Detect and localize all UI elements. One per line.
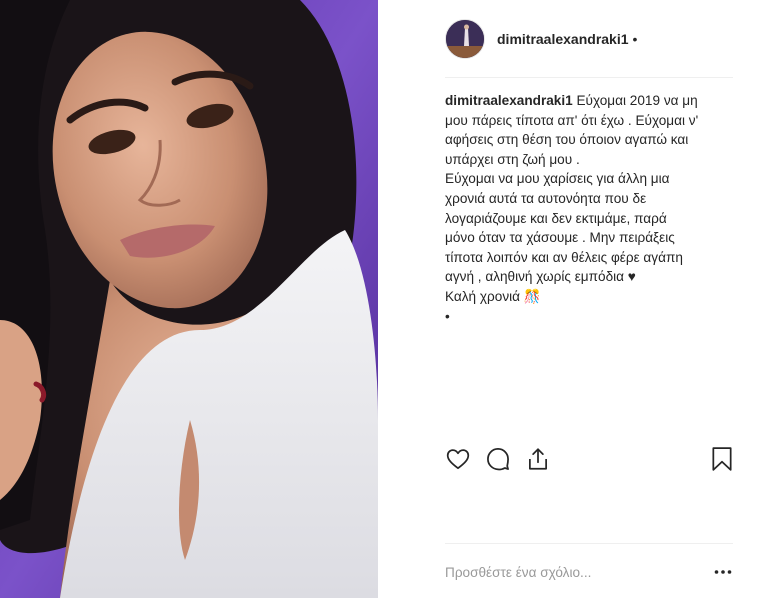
username-link[interactable]: dimitraalexandraki1	[497, 31, 629, 47]
action-bar	[445, 446, 735, 474]
comment-input[interactable]	[445, 564, 695, 580]
heart-icon	[446, 449, 470, 470]
more-options-icon	[714, 570, 732, 574]
post-header: dimitraalexandraki1 •	[445, 18, 637, 60]
share-icon	[529, 448, 547, 470]
share-button[interactable]	[525, 446, 553, 474]
post-caption: dimitraalexandraki1 Εύχομαι 2019 να μη μ…	[445, 91, 733, 326]
post-details-panel: dimitraalexandraki1 • dimitraalexandraki…	[430, 0, 733, 598]
post-photo[interactable]	[0, 0, 378, 598]
header-separator: •	[632, 31, 638, 47]
comment-divider	[445, 543, 733, 544]
comment-icon	[487, 448, 509, 471]
bookmark-icon	[712, 447, 732, 471]
save-button[interactable]	[709, 446, 737, 474]
add-comment-row	[445, 558, 735, 586]
comment-button[interactable]	[485, 446, 513, 474]
post-image	[0, 0, 378, 598]
caption-text: Εύχομαι 2019 να μη μου πάρεις τίποτα απ'…	[445, 93, 699, 324]
caption-username-link[interactable]: dimitraalexandraki1	[445, 93, 573, 108]
avatar-image	[446, 20, 484, 58]
like-button[interactable]	[445, 446, 473, 474]
header-divider	[445, 77, 733, 78]
more-options-button[interactable]	[713, 562, 733, 582]
avatar[interactable]	[445, 19, 485, 59]
